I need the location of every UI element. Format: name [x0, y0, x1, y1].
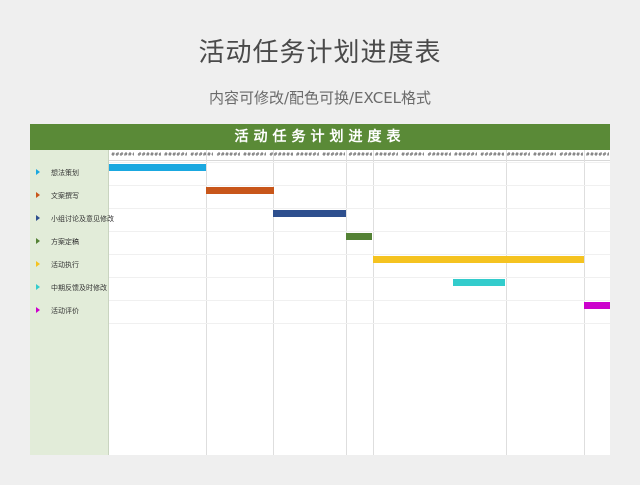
date-cell: ###### — [137, 152, 161, 158]
date-cell: ###### — [190, 152, 214, 158]
gantt-bar — [373, 256, 584, 263]
task-label: 想法策划 — [51, 169, 79, 177]
task-label: 活动执行 — [51, 261, 79, 269]
date-cell: ###### — [242, 152, 267, 158]
gantt-bar — [584, 302, 610, 309]
gantt-grid: ###### ###### ###### ###### ###### ###### ####… — [109, 150, 610, 455]
date-cell: ###### — [506, 152, 530, 158]
date-cell: ###### — [321, 152, 346, 158]
task-name-column: 想法策划文案撰写小组讨论及意见修改 方案定稿活动执行中期反馈及时修改 活动评价 — [30, 150, 114, 455]
date-cell: ###### — [427, 152, 451, 158]
grid-hline — [109, 254, 610, 255]
grid-hline — [109, 208, 610, 209]
date-cell: ###### — [111, 152, 135, 158]
date-cell: ###### — [163, 152, 188, 158]
task-label: 中期反馈及时修改 — [51, 284, 107, 292]
grid-hline — [109, 323, 610, 324]
gantt-bar — [453, 279, 505, 286]
gantt-sheet: 活动任务计划进度表 想法策划文案撰写小组讨论及意见修改 方案定稿活动执行中期反馈及… — [30, 124, 610, 455]
date-cell: ###### — [585, 152, 609, 158]
task-row: 小组讨论及意见修改 — [30, 208, 114, 231]
task-row: 方案定稿 — [30, 231, 108, 254]
gantt-bar — [206, 187, 274, 194]
task-marker-icon — [36, 238, 40, 244]
grid-hline — [109, 300, 610, 301]
grid-vline — [273, 150, 274, 455]
page-title: 活动任务计划进度表 — [198, 38, 442, 68]
task-marker-icon — [36, 261, 40, 267]
task-row: 活动执行 — [30, 254, 108, 277]
grid-vline — [373, 150, 374, 455]
date-cell: ###### — [559, 152, 583, 158]
date-cell: ###### — [453, 152, 478, 158]
sheet-header: 活动任务计划进度表 — [30, 124, 610, 150]
grid-hline — [109, 231, 610, 232]
task-row: 中期反馈及时修改 — [30, 277, 108, 300]
date-cell: ###### — [295, 152, 319, 158]
date-cell: ###### — [401, 152, 425, 158]
task-row: 活动评价 — [30, 300, 108, 323]
gantt-bar — [346, 233, 372, 240]
task-marker-icon — [36, 284, 40, 290]
date-cell: ###### — [374, 152, 399, 158]
task-row: 想法策划 — [30, 162, 108, 185]
date-cell: ###### — [348, 152, 372, 158]
date-cell: ###### — [480, 152, 504, 158]
task-marker-icon — [36, 307, 40, 313]
gantt-bar — [273, 210, 346, 217]
task-marker-icon — [36, 169, 40, 175]
page-subtitle: 内容可修改/配色可换/EXCEL格式 — [208, 89, 432, 107]
task-marker-icon — [36, 192, 40, 198]
date-cell: ###### — [532, 152, 557, 158]
grid-hline — [109, 162, 610, 163]
grid-hline — [109, 185, 610, 186]
task-label: 活动评价 — [51, 307, 79, 315]
task-label: 文案撰写 — [51, 192, 79, 200]
grid-vline — [206, 150, 207, 455]
task-marker-icon — [36, 215, 40, 221]
date-header-row: ###### ###### ###### ###### ###### ###### ####… — [109, 150, 610, 161]
task-label: 方案定稿 — [51, 238, 79, 246]
task-row: 文案撰写 — [30, 185, 108, 208]
date-cell: ###### — [216, 152, 240, 158]
grid-vline — [506, 150, 507, 455]
gantt-bar — [109, 164, 206, 171]
grid-vline — [346, 150, 347, 455]
grid-hline — [109, 277, 610, 278]
task-label: 小组讨论及意见修改 — [51, 215, 114, 223]
